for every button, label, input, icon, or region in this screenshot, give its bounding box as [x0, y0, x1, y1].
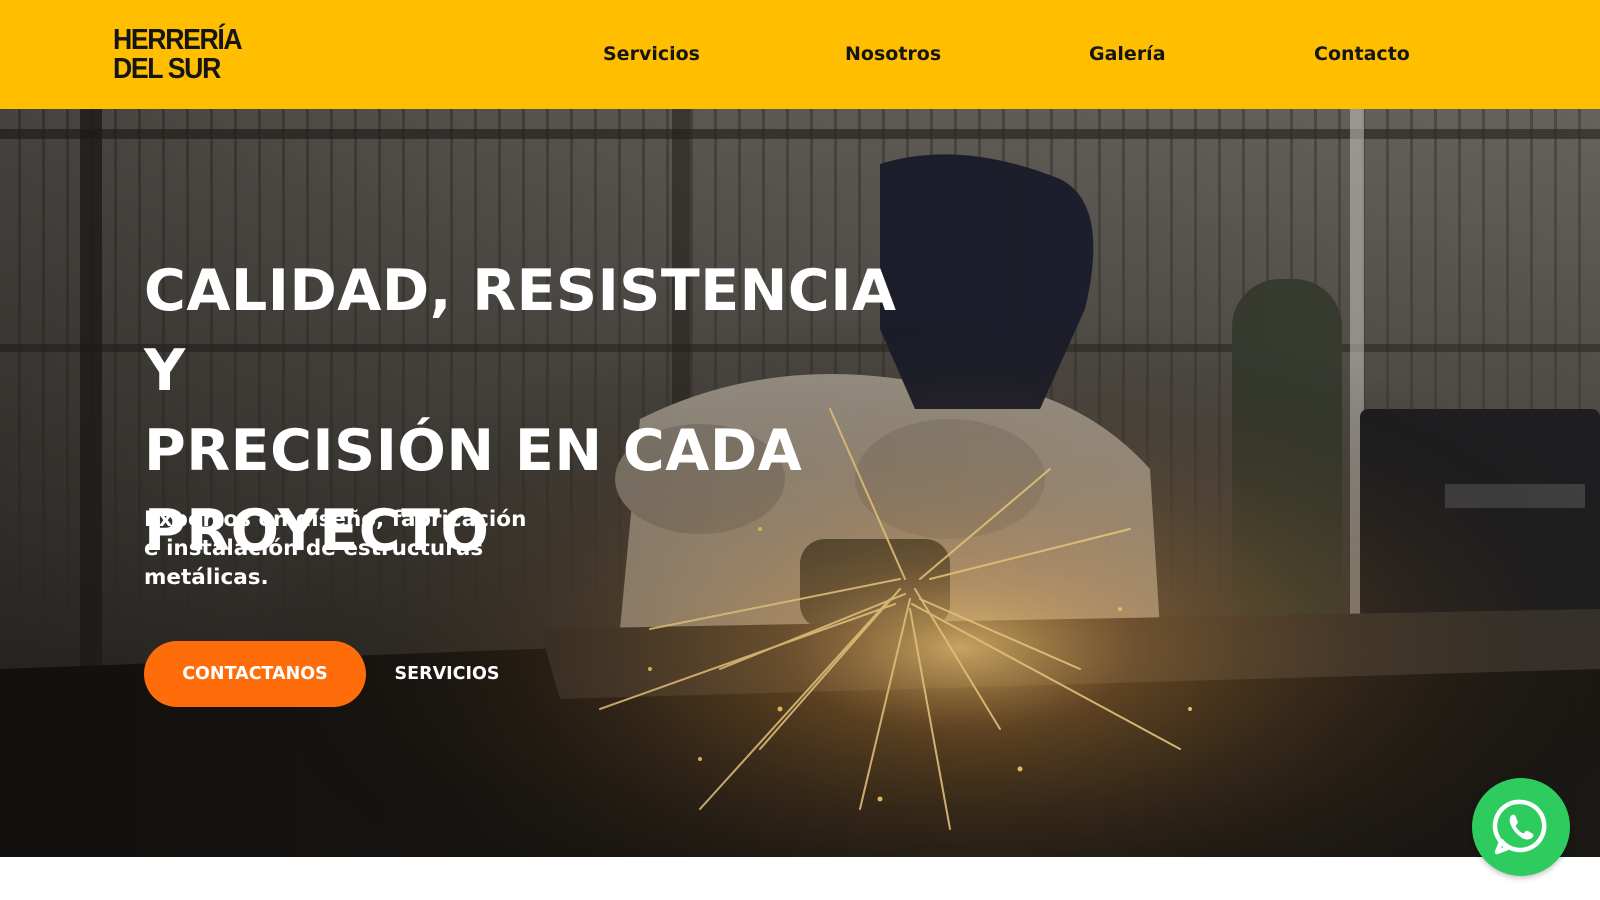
site-header: HERRERÍA DEL SUR Servicios Nosotros Gale…	[0, 0, 1600, 109]
nav-contacto[interactable]: Contacto	[1314, 43, 1410, 65]
nav-nosotros[interactable]: Nosotros	[845, 43, 941, 65]
hero-title-line-1: CALIDAD, RESISTENCIA Y	[144, 258, 897, 404]
hero-subtitle: Expertos en diseño, fabricación e instal…	[144, 507, 527, 590]
servicios-button[interactable]: SERVICIOS	[392, 641, 502, 707]
nav-galeria[interactable]: Galería	[1089, 43, 1166, 65]
contactanos-button[interactable]: CONTACTANOS	[144, 641, 366, 707]
whatsapp-button[interactable]	[1472, 778, 1570, 876]
hero-title-line-2: PRECISIÓN EN CADA	[144, 418, 803, 484]
hero-section: CALIDAD, RESISTENCIA Y PRECISIÓN EN CADA…	[0, 109, 1600, 857]
nav-servicios[interactable]: Servicios	[603, 43, 700, 65]
whatsapp-icon	[1492, 799, 1547, 855]
main-nav: Servicios Nosotros Galería Contacto	[0, 0, 1600, 109]
